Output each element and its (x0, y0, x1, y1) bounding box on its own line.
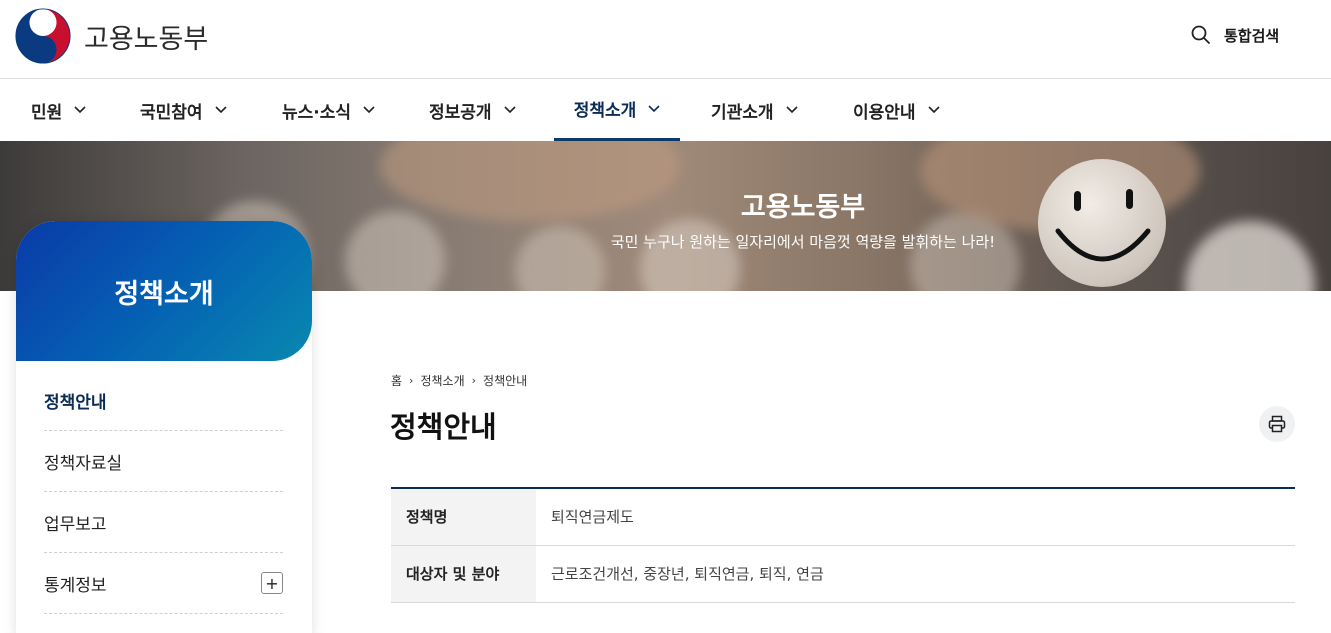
sidebar-title: 정책소개 (114, 278, 214, 310)
table-row: 정책명 퇴직연금제도 (391, 488, 1295, 546)
breadcrumb-home[interactable]: 홈 (391, 372, 402, 389)
sidebar-menu: 정책안내 정책자료실 업무보고 통계정보 + (44, 370, 283, 614)
breadcrumb-current: 정책안내 (483, 374, 528, 388)
search-icon (1191, 25, 1210, 44)
chevron-down-icon (503, 106, 516, 114)
gnb-item-policy[interactable]: 정책소개 (554, 79, 680, 141)
sidebar-item-work-report[interactable]: 업무보고 (44, 492, 283, 553)
chevron-down-icon (363, 106, 375, 114)
chevron-down-icon (214, 106, 227, 114)
gnb-item-usage-guide[interactable]: 이용안내 (853, 79, 940, 141)
top-header: 고용노동부 통합검색 (0, 0, 1331, 79)
breadcrumb-separator: › (471, 374, 477, 387)
gnb-item-participation[interactable]: 국민참여 (140, 79, 227, 141)
sidebar-item-label: 업무보고 (44, 514, 107, 535)
policy-info-table: 정책명 퇴직연금제도 대상자 및 분야 근로조건개선, 중장년, 퇴직연금, 퇴… (391, 487, 1295, 603)
chevron-down-icon (927, 106, 940, 114)
gnb-item-label: 기관소개 (711, 102, 774, 123)
gnb-item-label: 뉴스·소식 (282, 102, 352, 123)
gnb-item-label: 정책소개 (573, 101, 637, 121)
sidebar-item-policy-materials[interactable]: 정책자료실 (44, 431, 283, 492)
sidebar-item-statistics[interactable]: 통계정보 + (44, 553, 283, 614)
breadcrumb: 홈 › 정책소개 › 정책안내 (391, 372, 527, 389)
gnb-item-organization[interactable]: 기관소개 (711, 79, 798, 141)
gnb-item-label: 국민참여 (140, 102, 203, 123)
sidebar-item-label: 통계정보 (44, 575, 107, 596)
main-navigation: 민원 국민참여 뉴스·소식 정보공개 정책소개 기관소개 이용안내 (0, 79, 1331, 141)
gnb-item-information-disclosure[interactable]: 정보공개 (429, 79, 516, 141)
table-row: 대상자 및 분야 근로조건개선, 중장년, 퇴직연금, 퇴직, 연금 (391, 545, 1295, 603)
banner-title: 고용노동부 (740, 192, 866, 223)
logo-text: 고용노동부 (84, 23, 209, 55)
search-label: 통합검색 (1224, 26, 1280, 45)
printer-icon (1268, 415, 1286, 433)
expand-plus-icon[interactable]: + (261, 572, 283, 594)
chevron-down-icon (74, 106, 86, 114)
integrated-search-button[interactable]: 통합검색 (1190, 24, 1279, 46)
sidebar-item-label: 정책안내 (44, 392, 107, 413)
table-value-cell: 근로조건개선, 중장년, 퇴직연금, 퇴직, 연금 (536, 545, 1295, 603)
sidebar-item-label: 정책자료실 (44, 453, 123, 474)
table-value-cell: 퇴직연금제도 (536, 488, 1295, 546)
page-title: 정책안내 (390, 410, 497, 444)
government-emblem-icon (15, 8, 71, 64)
gnb-item-label: 민원 (31, 102, 63, 123)
logo[interactable]: 고용노동부 (14, 7, 208, 65)
table-header-cell: 정책명 (391, 488, 536, 546)
table-header-cell: 대상자 및 분야 (391, 545, 536, 603)
banner-bokeh (640, 219, 740, 291)
gnb-item-news[interactable]: 뉴스·소식 (282, 79, 375, 141)
chevron-down-icon (648, 104, 660, 112)
gnb-item-civil-petition[interactable]: 민원 (31, 79, 86, 141)
sidebar-header: 정책소개 (16, 221, 312, 361)
chevron-down-icon (785, 106, 798, 114)
breadcrumb-separator: › (409, 374, 414, 387)
sidebar: 정책소개 정책안내 정책자료실 업무보고 통계정보 + (16, 221, 312, 633)
print-button[interactable] (1259, 406, 1295, 442)
breadcrumb-policy[interactable]: 정책소개 (420, 372, 464, 389)
sidebar-item-policy-guide[interactable]: 정책안내 (44, 370, 283, 431)
gnb-item-label: 정보공개 (429, 102, 492, 123)
gnb-item-label: 이용안내 (853, 102, 916, 123)
